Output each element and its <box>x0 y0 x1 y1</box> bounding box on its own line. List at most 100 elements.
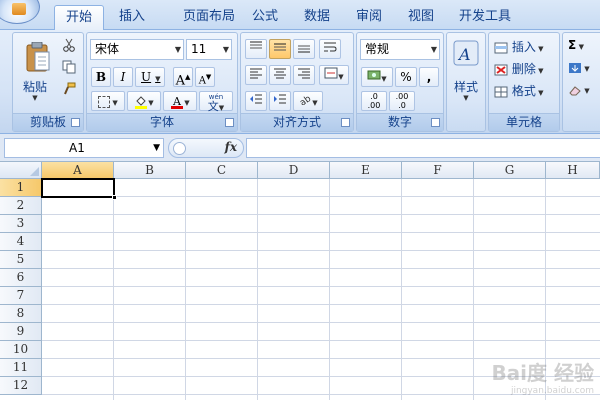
delete-cells-icon <box>494 64 508 75</box>
chevron-down-icon: ▼ <box>155 75 161 83</box>
fill-color-button[interactable]: ▼ <box>127 91 161 111</box>
tab-insert[interactable]: 插入 <box>110 5 154 30</box>
autosum-button[interactable]: Σ ▼ <box>567 37 600 55</box>
underline-button[interactable]: U ▼ <box>135 67 165 87</box>
percent-button[interactable]: % <box>395 67 417 87</box>
number-launcher-icon[interactable] <box>431 118 440 127</box>
styles-button[interactable]: A 样式 ▼ <box>449 35 483 109</box>
align-bottom-button[interactable] <box>293 39 315 59</box>
editing-group: Σ ▼ ▼ ▼ <box>562 32 600 132</box>
tab-developer[interactable]: 开发工具 <box>454 5 516 30</box>
insert-cells-icon <box>494 42 508 53</box>
ribbon: 粘贴 ▼ 剪贴板 宋体 ▼ 11 ▼ B I U ▼ A▲ A▼ ▼ ▼ A ▼… <box>0 30 600 134</box>
pinyin-char: 文 <box>207 100 219 113</box>
align-top-button[interactable] <box>245 39 267 59</box>
styles-label: 样式 <box>453 80 478 94</box>
font-size-combo[interactable]: 11 ▼ <box>186 39 232 60</box>
fill-button[interactable]: ▼ <box>567 59 600 77</box>
select-all-button[interactable] <box>0 162 42 179</box>
shrink-font-label: A <box>198 75 206 87</box>
comma-button[interactable]: , <box>419 67 439 87</box>
name-box[interactable]: A1 ▼ <box>4 138 164 158</box>
column-header-c[interactable]: C <box>186 162 258 179</box>
tab-review[interactable]: 审阅 <box>348 5 390 30</box>
copy-button[interactable] <box>59 59 79 77</box>
office-logo-icon <box>12 3 26 15</box>
phonetic-guide-button[interactable]: wén 文▼ <box>199 91 233 113</box>
column-header-b[interactable]: B <box>114 162 186 179</box>
fill-handle[interactable] <box>112 195 117 200</box>
insert-function-button[interactable]: fx <box>225 140 237 154</box>
merge-center-button[interactable]: ▼ <box>319 65 349 85</box>
font-name-combo[interactable]: 宋体 ▼ <box>90 39 184 60</box>
insert-cells-button[interactable]: 插入 ▼ <box>493 37 557 55</box>
currency-button[interactable]: ▼ <box>361 67 393 87</box>
font-launcher-icon[interactable] <box>225 118 234 127</box>
row-header-10[interactable]: 10 <box>0 341 42 359</box>
active-cell-a1[interactable] <box>41 178 115 198</box>
decrease-decimal-button[interactable]: .00.0 <box>389 91 415 111</box>
row-header-4[interactable]: 4 <box>0 233 42 251</box>
column-header-g[interactable]: G <box>474 162 546 179</box>
column-header-d[interactable]: D <box>258 162 330 179</box>
tab-view[interactable]: 视图 <box>400 5 442 30</box>
wrap-text-button[interactable] <box>319 39 341 59</box>
clipboard-launcher-icon[interactable] <box>71 118 80 127</box>
formula-input[interactable] <box>246 138 600 158</box>
chevron-down-icon: ▼ <box>430 45 437 54</box>
row-header-3[interactable]: 3 <box>0 215 42 233</box>
align-left-button[interactable] <box>245 65 267 85</box>
column-header-f[interactable]: F <box>402 162 474 179</box>
align-center-button[interactable] <box>269 65 291 85</box>
font-group: 宋体 ▼ 11 ▼ B I U ▼ A▲ A▼ ▼ ▼ A ▼ wén 文▼ 字体 <box>86 32 238 132</box>
paste-button[interactable]: 粘贴 ▼ <box>15 35 55 109</box>
tab-data[interactable]: 数据 <box>296 5 338 30</box>
grow-font-button[interactable]: A▲ <box>173 67 193 88</box>
font-color-button[interactable]: A ▼ <box>163 91 197 111</box>
align-right-button[interactable] <box>293 65 315 85</box>
format-painter-icon <box>64 82 76 95</box>
chevron-down-icon: ▼ <box>535 45 544 53</box>
chevron-down-icon: ▼ <box>312 99 318 107</box>
format-painter-button[interactable] <box>59 81 79 99</box>
column-header-h[interactable]: H <box>546 162 600 179</box>
format-cells-button[interactable]: 格式 ▼ <box>493 81 557 99</box>
cut-button[interactable] <box>59 37 79 55</box>
align-middle-icon <box>274 43 286 51</box>
row-header-8[interactable]: 8 <box>0 305 42 323</box>
orientation-button[interactable]: ab ▼ <box>293 91 323 111</box>
row-header-11[interactable]: 11 <box>0 359 42 377</box>
chevron-down-icon: ▼ <box>582 87 590 95</box>
svg-text:ab: ab <box>298 94 312 105</box>
tab-page-layout[interactable]: 页面布局 <box>164 5 254 30</box>
formula-bar: A1 ▼ fx <box>0 134 600 162</box>
office-button[interactable] <box>0 0 40 24</box>
align-middle-button[interactable] <box>269 39 291 59</box>
row-header-6[interactable]: 6 <box>0 269 42 287</box>
chevron-down-icon: ▼ <box>535 89 544 97</box>
bold-button[interactable]: B <box>91 67 111 87</box>
column-header-a[interactable]: A <box>42 162 114 179</box>
row-header-5[interactable]: 5 <box>0 251 42 269</box>
alignment-launcher-icon[interactable] <box>341 118 350 127</box>
tab-home[interactable]: 开始 <box>54 5 104 31</box>
row-header-12[interactable]: 12 <box>0 377 42 395</box>
borders-button[interactable]: ▼ <box>91 91 125 111</box>
decrease-indent-button[interactable] <box>245 91 267 111</box>
styles-icon: A <box>453 40 479 66</box>
row-header-2[interactable]: 2 <box>0 197 42 215</box>
column-header-e[interactable]: E <box>330 162 402 179</box>
increase-indent-button[interactable] <box>269 91 291 111</box>
italic-button[interactable]: I <box>113 67 133 87</box>
clear-button[interactable]: ▼ <box>567 81 600 99</box>
row-header-1[interactable]: 1 <box>0 179 42 197</box>
paste-icon <box>26 42 50 72</box>
row-header-9[interactable]: 9 <box>0 323 42 341</box>
delete-cells-button[interactable]: 删除 ▼ <box>493 59 557 77</box>
resize-handle-icon[interactable] <box>173 142 186 155</box>
shrink-font-button[interactable]: A▼ <box>195 67 215 87</box>
row-header-7[interactable]: 7 <box>0 287 42 305</box>
increase-decimal-button[interactable]: .0.00 <box>361 91 387 111</box>
tab-formulas[interactable]: 公式 <box>244 5 286 30</box>
number-format-combo[interactable]: 常规 ▼ <box>360 39 440 60</box>
